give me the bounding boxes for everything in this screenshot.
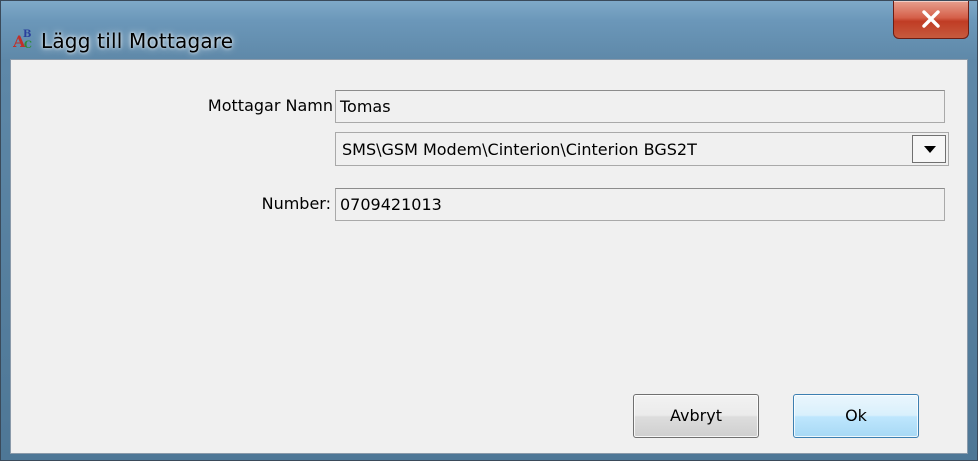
close-icon (922, 10, 940, 28)
window-title: Lägg till Mottagare (41, 29, 234, 53)
dialog-content: Mottagar Namn Tomas SMS\GSM Modem\Cinter… (10, 59, 968, 454)
device-selected-value: SMS\GSM Modem\Cinterion\Cinterion BGS2T (342, 140, 697, 159)
close-button[interactable] (893, 1, 969, 39)
recipient-name-field[interactable]: Tomas (335, 90, 945, 123)
title-bar[interactable]: A B C Lägg till Mottagare (1, 1, 977, 57)
chevron-down-icon (924, 146, 936, 153)
name-label: Mottagar Namn (207, 96, 333, 115)
svg-text:C: C (24, 40, 32, 49)
number-label: Number: (261, 194, 331, 213)
dropdown-button[interactable] (912, 135, 946, 163)
device-select[interactable]: SMS\GSM Modem\Cinterion\Cinterion BGS2T (335, 132, 949, 166)
abc-spell-icon: A B C (12, 27, 35, 51)
dialog-window: A B C Lägg till Mottagare Mottagar Namn … (0, 0, 978, 461)
phone-number-field[interactable]: 0709421013 (335, 188, 945, 221)
cancel-button[interactable]: Avbryt (633, 394, 759, 438)
ok-button[interactable]: Ok (793, 394, 919, 438)
svg-text:B: B (23, 29, 31, 40)
